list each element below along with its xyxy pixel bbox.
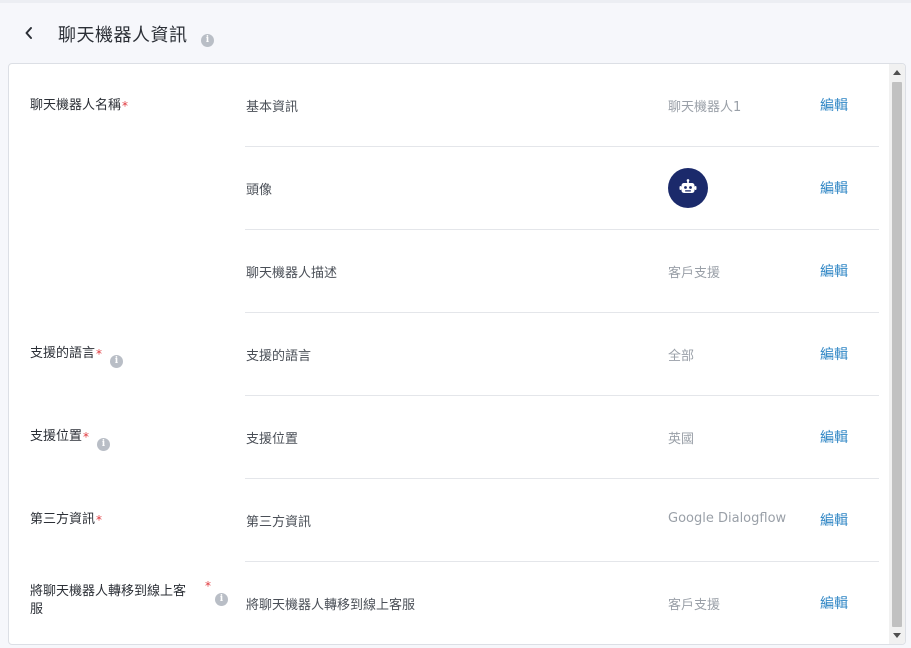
row-supported-locations: 支援位置 英國 編輯 bbox=[245, 396, 879, 479]
row-label: 支援的語言 bbox=[246, 349, 312, 364]
avatar[interactable] bbox=[668, 168, 708, 208]
edit-link[interactable]: 編輯 bbox=[820, 344, 848, 364]
edit-link[interactable]: 編輯 bbox=[820, 261, 848, 281]
required-marker: * bbox=[122, 99, 129, 113]
info-icon[interactable]: i bbox=[201, 27, 214, 47]
row-transfer-to-agent: 將聊天機器人轉移到線上客服 客戶支援 編輯 bbox=[245, 562, 879, 644]
scroll-up-arrow-icon[interactable] bbox=[893, 70, 901, 75]
row-value: 客戶支援 bbox=[668, 266, 721, 281]
robot-icon bbox=[679, 179, 697, 193]
group-label-transfer-to-agent: 將聊天機器人轉移到線上客 服 bbox=[30, 584, 187, 617]
required-marker: * bbox=[96, 513, 103, 527]
info-icon[interactable]: i bbox=[215, 586, 228, 606]
scroll-down-arrow-icon[interactable] bbox=[893, 633, 901, 638]
edit-link[interactable]: 編輯 bbox=[820, 427, 848, 447]
vertical-scrollbar[interactable] bbox=[889, 64, 905, 644]
row-value: 全部 bbox=[668, 349, 695, 364]
required-marker: * bbox=[83, 430, 90, 444]
page-header: 聊天機器人資訊 i bbox=[0, 0, 911, 64]
scroll-thumb[interactable] bbox=[892, 82, 902, 627]
row-avatar: 頭像 編輯 bbox=[245, 147, 879, 230]
edit-link[interactable]: 編輯 bbox=[820, 178, 848, 198]
info-icon[interactable]: i bbox=[110, 348, 123, 368]
row-label: 第三方資訊 bbox=[246, 515, 312, 530]
info-icon[interactable]: i bbox=[97, 431, 110, 451]
row-value: 英國 bbox=[668, 432, 695, 447]
page-title: 聊天機器人資訊 bbox=[58, 25, 188, 46]
required-marker: * bbox=[205, 579, 211, 593]
group-label-chatbot-name: 聊天機器人名稱* bbox=[30, 98, 129, 113]
group-label-supported-languages: 支援的語言* bbox=[30, 346, 103, 361]
row-value: 聊天機器人1 bbox=[668, 100, 742, 115]
back-button[interactable] bbox=[18, 22, 40, 44]
row-third-party-info: 第三方資訊 Google Dialogflow 編輯 bbox=[245, 479, 879, 562]
row-label: 聊天機器人描述 bbox=[246, 266, 338, 281]
edit-link[interactable]: 編輯 bbox=[820, 593, 848, 613]
row-value: 客戶支援 bbox=[668, 598, 721, 613]
row-label: 頭像 bbox=[246, 183, 273, 198]
group-label-supported-locations: 支援位置* bbox=[30, 429, 90, 444]
row-basic-info: 基本資訊 聊天機器人1 編輯 bbox=[245, 64, 879, 147]
row-label: 將聊天機器人轉移到線上客服 bbox=[246, 598, 416, 613]
row-supported-languages: 支援的語言 全部 編輯 bbox=[245, 313, 879, 396]
chatbot-info-card: 聊天機器人名稱* 支援的語言* i 支援位置* i 第三方資訊* 將聊天機器人轉… bbox=[8, 63, 906, 645]
edit-link[interactable]: 編輯 bbox=[820, 510, 848, 530]
required-marker: * bbox=[96, 347, 103, 361]
row-label: 基本資訊 bbox=[246, 100, 299, 115]
row-label: 支援位置 bbox=[246, 432, 299, 447]
row-chatbot-description: 聊天機器人描述 客戶支援 編輯 bbox=[245, 230, 879, 313]
row-value: Google Dialogflow bbox=[668, 511, 787, 526]
edit-link[interactable]: 編輯 bbox=[820, 95, 848, 115]
group-label-third-party-info: 第三方資訊* bbox=[30, 512, 103, 527]
chevron-left-icon bbox=[25, 27, 32, 39]
